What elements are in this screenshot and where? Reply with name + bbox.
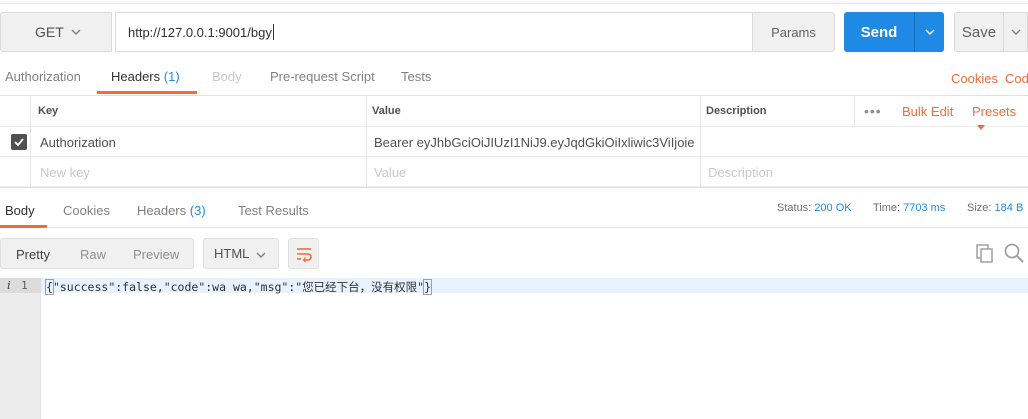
active-line-gutter: i 1: [0, 278, 41, 293]
preview-button[interactable]: Preview: [133, 247, 179, 262]
size-label: Size:: [967, 202, 992, 214]
header-value-cell[interactable]: Bearer eyJhbGciOiJIUzI1NiJ9.eyJqdGkiOiIx…: [374, 135, 694, 150]
column-divider: [30, 96, 31, 187]
code-link[interactable]: Code: [1005, 71, 1028, 86]
size-value: 184 B: [994, 202, 1024, 214]
more-options-icon[interactable]: •••: [864, 103, 882, 119]
view-mode-group: Pretty Raw Preview: [0, 238, 194, 269]
resp-tab-headers-count: (3): [189, 203, 206, 218]
new-description-input[interactable]: Description: [708, 165, 773, 180]
method-select[interactable]: GET: [0, 12, 112, 52]
line-number: 1: [21, 279, 28, 292]
save-dropdown-button[interactable]: [1003, 12, 1028, 52]
copy-icon[interactable]: [976, 244, 994, 263]
new-value-input[interactable]: Value: [374, 165, 406, 180]
params-button[interactable]: Params: [752, 12, 835, 52]
resp-tab-body[interactable]: Body: [5, 203, 35, 218]
row-enabled-checkbox[interactable]: [11, 134, 27, 150]
pretty-button[interactable]: Pretty: [16, 247, 50, 262]
time-label: Time:: [873, 202, 901, 214]
time-readout: Time: 7703 ms: [873, 202, 945, 214]
tab-headers[interactable]: Headers (1): [111, 69, 180, 84]
search-icon[interactable]: [1004, 243, 1024, 263]
chevron-down-icon: [256, 252, 266, 258]
url-text: http://127.0.0.1:9001/bgy: [128, 24, 272, 40]
active-tab-indicator: [97, 91, 197, 94]
bulk-edit-link[interactable]: Bulk Edit: [902, 104, 953, 119]
resp-tab-headers-label: Headers: [137, 203, 187, 218]
status-label: Status:: [777, 202, 812, 214]
params-label: Params: [771, 24, 816, 40]
column-divider: [854, 96, 855, 127]
chevron-down-icon: [1011, 29, 1020, 35]
save-button[interactable]: Save: [954, 12, 1004, 52]
format-select[interactable]: HTML: [203, 238, 279, 269]
tab-authorization[interactable]: Authorization: [5, 69, 81, 84]
open-brace: {: [45, 279, 54, 295]
request-tabs: Authorization Headers (1) Body Pre-reque…: [0, 62, 1028, 95]
wrap-lines-button[interactable]: [288, 238, 319, 269]
status-value: 200 OK: [814, 202, 852, 214]
column-value: Value: [372, 105, 401, 117]
response-tabs: Body Cookies Headers (3) Test Results St…: [0, 187, 1028, 228]
tab-tests[interactable]: Tests: [401, 69, 431, 84]
size-readout: Size: 184 B: [967, 202, 1023, 214]
cookies-link[interactable]: Cookies: [951, 71, 998, 86]
response-body-content: "success":false,"code":wa wa,"msg":"您已经下…: [52, 280, 425, 294]
send-label: Send: [860, 23, 898, 41]
column-divider: [700, 96, 701, 187]
column-divider: [366, 96, 367, 187]
info-icon: i: [7, 279, 11, 292]
table-header-row: Key Value Description ••• Bulk Edit Pres…: [0, 96, 1028, 131]
headers-table: Key Value Description ••• Bulk Edit Pres…: [0, 95, 1028, 187]
header-key-cell[interactable]: Authorization: [40, 135, 360, 150]
response-body-text[interactable]: {"success":false,"code":wa wa,"msg":"您已经…: [45, 279, 433, 295]
active-tab-indicator: [0, 225, 47, 228]
time-value: 7703 ms: [903, 202, 946, 214]
method-label: GET: [35, 24, 64, 40]
window-top-edge: [0, 0, 1028, 4]
column-description: Description: [706, 105, 767, 117]
send-button[interactable]: Send: [844, 12, 914, 52]
send-dropdown-button[interactable]: [914, 12, 944, 52]
resp-tab-headers[interactable]: Headers (3): [137, 203, 206, 218]
resp-tab-test-results[interactable]: Test Results: [238, 203, 309, 218]
resp-tab-cookies[interactable]: Cookies: [63, 203, 110, 218]
url-input[interactable]: http://127.0.0.1:9001/bgy: [115, 12, 753, 52]
format-label: HTML: [214, 246, 250, 261]
column-key: Key: [38, 105, 59, 117]
table-row-new: New key Value Description: [0, 157, 1028, 187]
wrap-lines-icon: [296, 247, 312, 262]
checkmark-icon: [14, 138, 24, 147]
chevron-down-icon: [925, 29, 934, 35]
save-label: Save: [961, 23, 997, 41]
presets-label: Presets: [972, 104, 1017, 119]
close-brace: }: [423, 279, 433, 295]
table-row: Authorization Bearer eyJhbGciOiJIUzI1NiJ…: [0, 127, 1028, 157]
tab-body[interactable]: Body: [212, 69, 242, 84]
editor-gutter: i 1: [0, 278, 41, 419]
new-key-input[interactable]: New key: [40, 165, 90, 180]
chevron-down-icon: [71, 29, 81, 35]
tab-headers-label: Headers: [111, 69, 161, 84]
tab-headers-count: (1): [163, 69, 180, 84]
tab-pre-request-script[interactable]: Pre-request Script: [270, 69, 375, 84]
status-readout: Status: 200 OK: [777, 202, 852, 214]
text-caret: [272, 24, 274, 40]
raw-button[interactable]: Raw: [80, 247, 106, 262]
